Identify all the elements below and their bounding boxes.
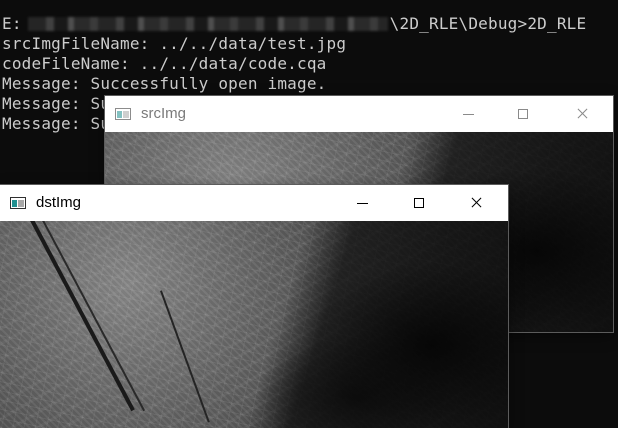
app-icon <box>10 197 26 209</box>
drive-prefix: E: <box>2 14 22 33</box>
dst-img-title: dstImg <box>36 194 82 211</box>
console-line-message-open: Message: Successfully open image. <box>2 74 327 93</box>
console-line-message-2: Message: Su <box>2 94 111 113</box>
dst-img-titlebar[interactable]: dstImg <box>0 185 508 221</box>
command-suffix: \2D_RLE\Debug>2D_RLE <box>389 14 587 33</box>
dst-satellite-image <box>0 221 508 428</box>
console-line-message-3: Message: Su <box>2 114 111 133</box>
src-img-titlebar[interactable]: srcImg <box>105 96 613 132</box>
dst-img-window[interactable]: dstImg <box>0 185 508 428</box>
dst-image-canvas <box>0 221 508 428</box>
redacted-path <box>27 17 388 31</box>
console-line-prompt: E: \2D_RLE\Debug>2D_RLE <box>2 14 586 34</box>
maximize-icon[interactable] <box>500 96 546 132</box>
console-line-src-file: srcImgFileName: ../../data/test.jpg <box>2 34 347 53</box>
app-icon <box>115 108 131 120</box>
close-icon[interactable] <box>453 185 499 221</box>
minimize-icon[interactable] <box>339 185 385 221</box>
src-img-title: srcImg <box>141 105 186 122</box>
minimize-icon[interactable] <box>445 96 491 132</box>
maximize-icon[interactable] <box>396 185 442 221</box>
console-line-code-file: codeFileName: ../../data/code.cqa <box>2 54 327 73</box>
close-icon[interactable] <box>559 96 605 132</box>
